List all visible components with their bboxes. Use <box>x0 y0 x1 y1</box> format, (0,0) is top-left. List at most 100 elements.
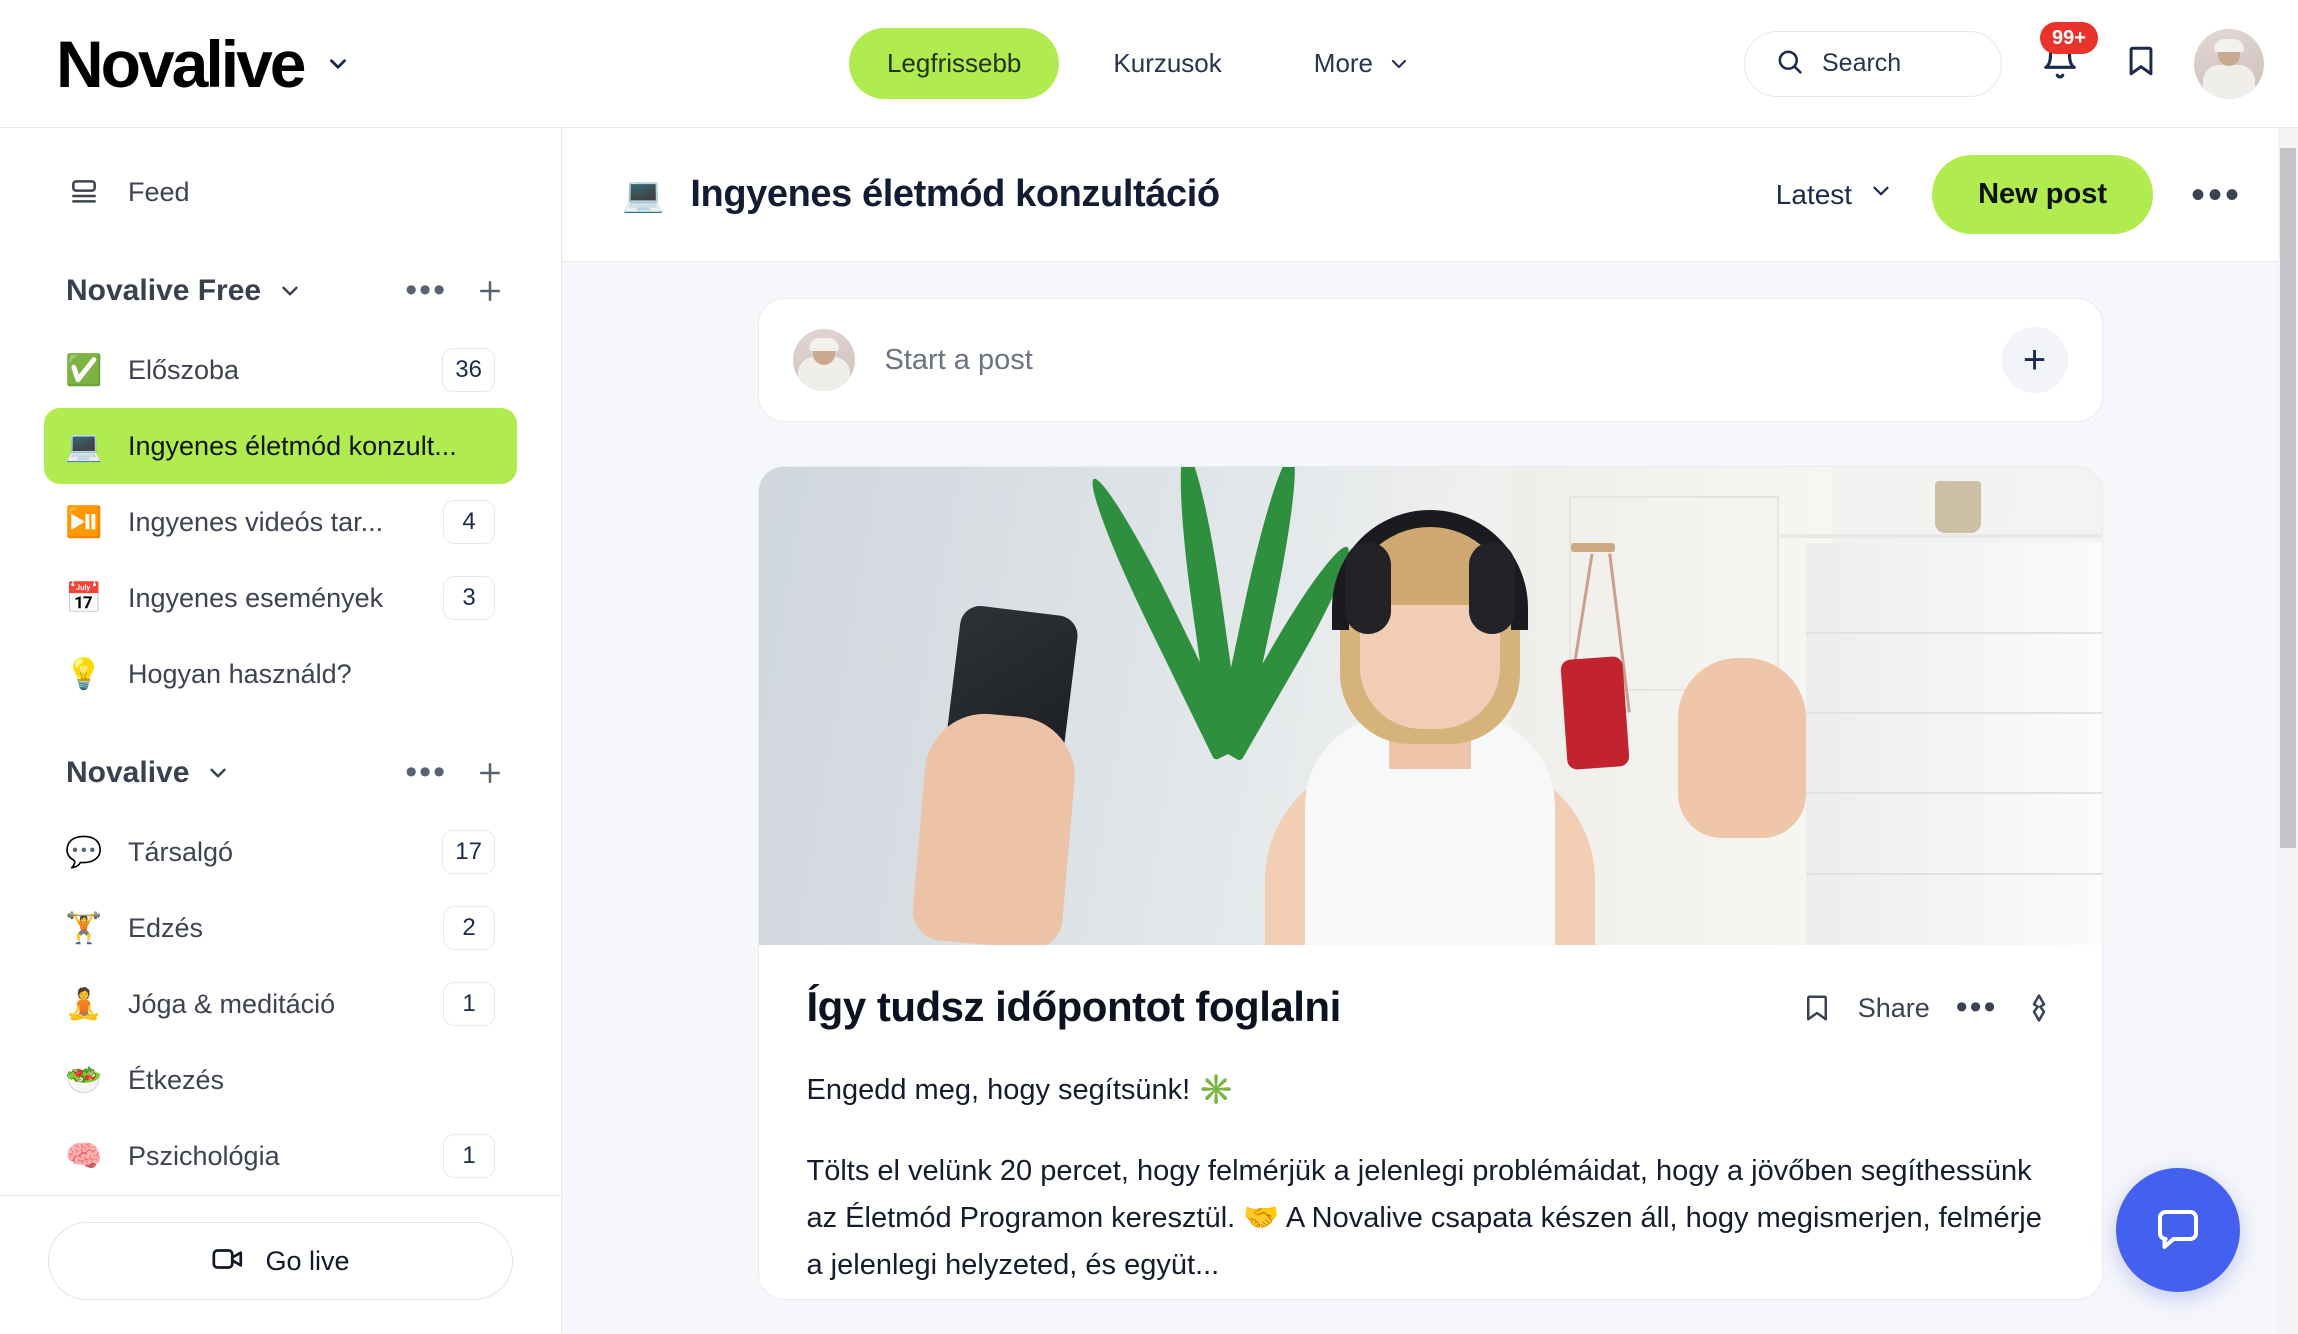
post-actions: Share ••• <box>1802 983 2054 1025</box>
sidebar-item-tarsalgo[interactable]: 💬 Társalgó 17 <box>44 814 517 890</box>
laptop-icon: 💻 <box>622 175 665 214</box>
nav-item-label: Kurzusok <box>1113 48 1222 78</box>
plus-icon[interactable] <box>475 758 505 788</box>
sidebar-item-feed[interactable]: Feed <box>44 154 517 230</box>
sidebar-item-joga-meditacio[interactable]: 🧘 Jóga & meditáció 1 <box>44 966 517 1042</box>
main-content: 💻 Ingyenes életmód konzultáció Latest Ne… <box>562 128 2298 1334</box>
sidebar-item-count: 2 <box>443 906 495 950</box>
more-horizontal-icon[interactable]: ••• <box>405 756 447 789</box>
sidebar-item-count: 4 <box>443 500 495 544</box>
chevron-down-icon[interactable] <box>277 278 303 304</box>
sidebar-item-pszichologia[interactable]: 🧠 Pszichológia 1 <box>44 1118 517 1194</box>
sidebar-item-label: Hogyan használd? <box>128 658 352 689</box>
scrollbar-thumb[interactable] <box>2280 148 2296 848</box>
sidebar-group-title: Novalive <box>66 756 190 789</box>
sidebar-item-label: Edzés <box>128 912 204 943</box>
top-bar: Novalive Legfrissebb Kurzusok More Searc… <box>0 0 2298 128</box>
post-body: Engedd meg, hogy segítsünk! ✳️ Tölts el … <box>807 1067 2054 1289</box>
sidebar-item-label: Előszoba <box>128 354 240 385</box>
sidebar-item-hogyan-hasznald[interactable]: 💡 Hogyan használd? <box>44 636 517 712</box>
bookmark-icon <box>2124 42 2158 85</box>
chevron-down-icon[interactable] <box>325 51 351 77</box>
laptop-icon: 💻 <box>65 429 103 463</box>
post-paragraph: Engedd meg, hogy segítsünk! ✳️ <box>806 1074 1235 1106</box>
sidebar-item-count: 1 <box>443 982 495 1026</box>
search-icon <box>1775 47 1804 81</box>
sidebar-item-label: Ingyenes életmód konzult... <box>128 430 457 461</box>
sidebar-group-header-novalive[interactable]: Novalive ••• <box>66 746 505 800</box>
calendar-icon: 📅 <box>65 581 103 615</box>
sidebar-item-label: Étkezés <box>128 1064 225 1095</box>
chevron-down-icon[interactable] <box>205 760 231 786</box>
brand-name: Novalive <box>56 26 306 101</box>
sidebar: Feed Novalive Free ••• ✅ Előszoba 36 💻 I… <box>0 128 562 1334</box>
sidebar-item-label: Ingyenes események <box>128 582 384 613</box>
user-avatar <box>792 329 855 391</box>
nav-item-legfrissebb[interactable]: Legfrissebb <box>848 28 1060 99</box>
play-pause-icon: ⏯️ <box>65 505 103 539</box>
sidebar-item-label: Ingyenes videós tar... <box>128 506 384 537</box>
check-mark-icon: ✅ <box>65 353 103 387</box>
more-horizontal-icon[interactable]: ••• <box>1956 991 1998 1024</box>
weight-lifter-icon: 🏋️ <box>65 911 103 945</box>
sidebar-item-label: Pszichológia <box>128 1140 280 1171</box>
video-camera-icon <box>211 1242 245 1281</box>
sidebar-scroll-area: Feed Novalive Free ••• ✅ Előszoba 36 💻 I… <box>0 128 561 1195</box>
app-body: Feed Novalive Free ••• ✅ Előszoba 36 💻 I… <box>0 128 2298 1334</box>
sidebar-item-eloszoba[interactable]: ✅ Előszoba 36 <box>44 332 517 408</box>
top-bar-actions: Search 99+ <box>1744 21 2264 99</box>
sidebar-item-ingyenes-videos-tartalmak[interactable]: ⏯️ Ingyenes videós tar... 4 <box>44 484 517 560</box>
primary-nav: Legfrissebb Kurzusok More <box>848 28 1449 99</box>
search-input[interactable]: Search <box>1744 30 2002 97</box>
post-title: Így tudsz időpontot foglalni <box>806 983 1342 1030</box>
sidebar-item-label: Társalgó <box>128 836 234 867</box>
nav-item-kurzusok[interactable]: Kurzusok <box>1075 28 1259 99</box>
plus-icon[interactable] <box>475 276 505 306</box>
notification-badge: 99+ <box>2040 21 2098 54</box>
feed-scroll-area: Start a post + Így tudsz időpontot fogla… <box>562 262 2298 1334</box>
sidebar-item-count: 1 <box>443 1134 495 1178</box>
post-image <box>758 467 2102 945</box>
sidebar-item-edzes[interactable]: 🏋️ Edzés 2 <box>44 890 517 966</box>
vertical-scrollbar[interactable] <box>2278 128 2298 1334</box>
search-placeholder: Search <box>1822 49 1902 77</box>
sidebar-group-header-novalive-free[interactable]: Novalive Free ••• <box>66 264 505 318</box>
sort-dropdown[interactable]: Latest <box>1776 178 1894 211</box>
more-horizontal-icon[interactable]: ••• <box>405 274 447 307</box>
pin-icon[interactable] <box>2024 991 2054 1025</box>
brand-logo[interactable]: Novalive <box>56 31 351 97</box>
more-horizontal-icon[interactable]: ••• <box>2191 175 2242 215</box>
app-window: Novalive Legfrissebb Kurzusok More Searc… <box>0 0 2298 1334</box>
brain-icon: 🧠 <box>65 1139 103 1173</box>
go-live-label: Go live <box>265 1245 350 1276</box>
sidebar-item-count: 17 <box>442 830 495 874</box>
post-composer[interactable]: Start a post + <box>757 298 2103 422</box>
nav-item-label: More <box>1313 48 1374 78</box>
bookmark-icon[interactable] <box>1802 991 1832 1025</box>
sidebar-item-etkezes[interactable]: 🥗 Étkezés <box>44 1042 517 1118</box>
sidebar-item-ingyenes-eletmod-konzultacio[interactable]: 💻 Ingyenes életmód konzult... <box>44 408 517 484</box>
new-post-button[interactable]: New post <box>1932 155 2153 234</box>
sort-label: Latest <box>1775 178 1853 210</box>
sidebar-item-count: 3 <box>443 576 495 620</box>
nav-item-more[interactable]: More <box>1276 28 1449 99</box>
notifications-button[interactable]: 99+ <box>2032 21 2098 92</box>
chat-bubble-icon[interactable] <box>2116 1168 2240 1292</box>
start-a-post-input[interactable]: Start a post <box>885 344 1972 377</box>
bookmarks-button[interactable] <box>2118 38 2164 90</box>
sidebar-item-label: Feed <box>128 176 190 207</box>
sidebar-item-label: Jóga & meditáció <box>128 988 336 1019</box>
salad-icon: 🥗 <box>65 1063 103 1097</box>
plus-icon[interactable]: + <box>2001 327 2068 393</box>
chevron-down-icon <box>1868 178 1894 211</box>
share-button[interactable]: Share <box>1858 993 1930 1024</box>
chevron-down-icon <box>1387 52 1411 76</box>
post-card: Így tudsz időpontot foglalni Share ••• E… <box>757 466 2103 1300</box>
sidebar-item-ingyenes-esemenyek[interactable]: 📅 Ingyenes események 3 <box>44 560 517 636</box>
sidebar-group-title: Novalive Free <box>66 274 262 307</box>
sidebar-item-count: 36 <box>442 348 495 392</box>
go-live-button[interactable]: Go live <box>48 1222 513 1300</box>
post-paragraph: Tölts el velünk 20 percet, hogy felmérjü… <box>806 1154 2042 1281</box>
user-avatar[interactable] <box>2194 28 2264 99</box>
channel-header: 💻 Ingyenes életmód konzultáció Latest Ne… <box>562 128 2298 262</box>
